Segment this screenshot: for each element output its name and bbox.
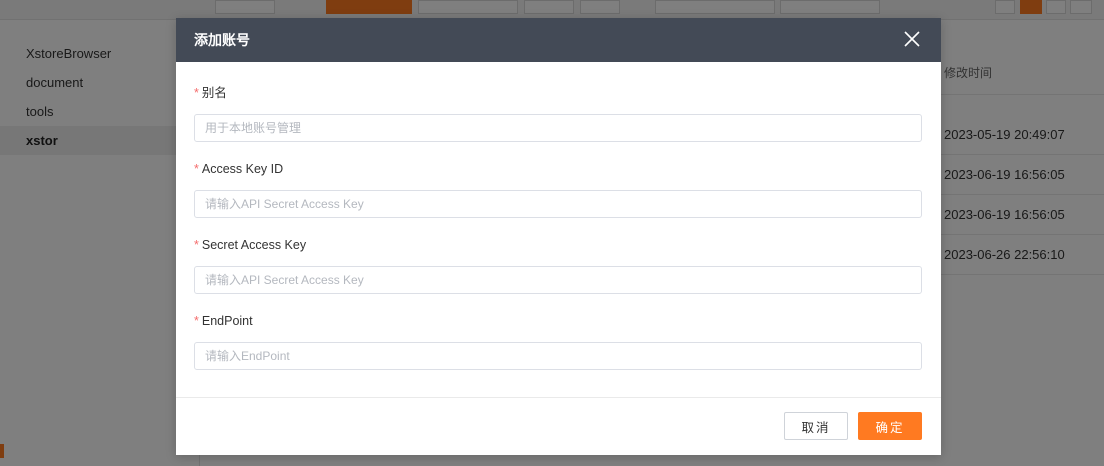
alias-input[interactable] <box>194 114 922 142</box>
alias-field-group: * 别名 <box>194 84 923 142</box>
required-mark: * <box>194 238 199 252</box>
access-key-id-label-text: Access Key ID <box>201 162 284 176</box>
add-account-dialog: 添加账号 *别名 *Access Key ID *Secret Access K… <box>176 18 941 455</box>
secret-access-key-label-text: Secret Access Key <box>201 238 307 252</box>
dialog-footer: 取消 确定 <box>176 398 941 454</box>
dialog-body: *别名 *Access Key ID *Secret Access Key *E… <box>176 62 941 398</box>
endpoint-field-group: * EndPoint <box>194 312 923 370</box>
secret-access-key-input[interactable] <box>194 266 922 294</box>
required-mark: * <box>194 86 199 100</box>
confirm-button[interactable]: 确定 <box>858 412 922 440</box>
dialog-header: 添加账号 <box>176 18 941 62</box>
endpoint-input[interactable] <box>194 342 922 370</box>
dialog-title: 添加账号 <box>194 32 250 48</box>
access-key-id-input[interactable] <box>194 190 922 218</box>
close-icon[interactable] <box>901 28 923 50</box>
required-mark: * <box>194 162 199 176</box>
required-mark: * <box>194 314 199 328</box>
access-key-id-label: * Access Key ID <box>194 160 923 178</box>
access-key-id-field-group: * Access Key ID <box>194 160 923 218</box>
endpoint-label: * EndPoint <box>194 312 923 330</box>
endpoint-label-text: EndPoint <box>201 314 253 328</box>
secret-access-key-label: * Secret Access Key <box>194 236 923 254</box>
alias-label: * 别名 <box>194 84 923 102</box>
alias-label-text: 别名 <box>201 86 227 100</box>
cancel-button[interactable]: 取消 <box>784 412 848 440</box>
secret-access-key-field-group: * Secret Access Key <box>194 236 923 294</box>
